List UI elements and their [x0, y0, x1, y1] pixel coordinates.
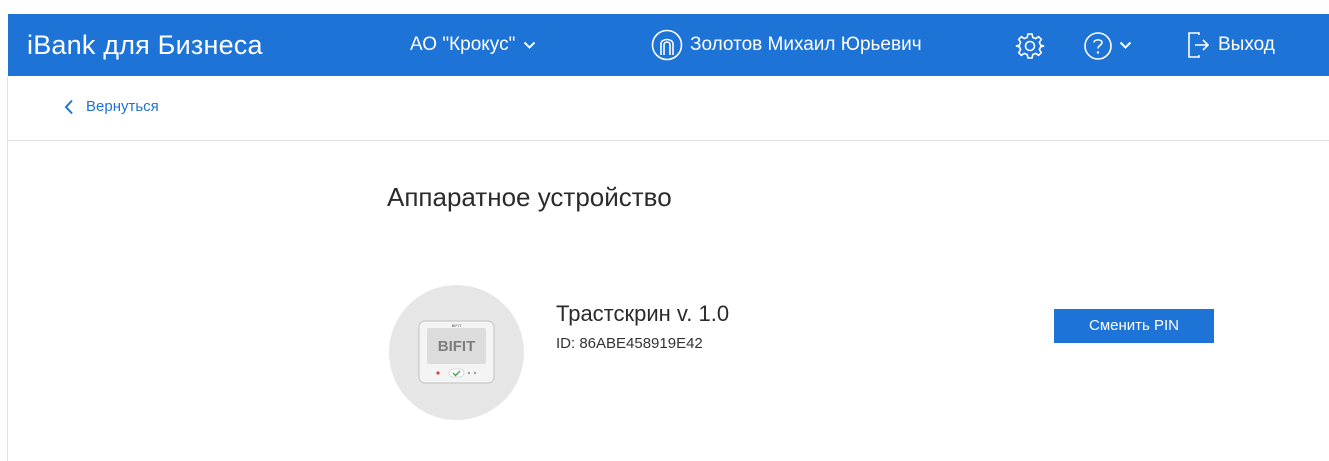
- logout-button[interactable]: Выход: [1186, 30, 1275, 60]
- organization-selector[interactable]: АО "Крокус": [410, 31, 536, 59]
- chevron-left-icon: [64, 99, 73, 115]
- user-name: Золотов Михаил Юрьевич: [690, 34, 922, 55]
- question-circle-icon: [1084, 32, 1112, 60]
- help-menu[interactable]: [1083, 31, 1132, 61]
- device-image-top-label: BIFIT: [452, 323, 462, 328]
- user-profile-menu[interactable]: Золотов Михаил Юрьевич: [651, 28, 922, 62]
- chevron-down-icon: [1119, 37, 1132, 55]
- user-profile-icon: [651, 29, 683, 61]
- back-link[interactable]: Вернуться: [64, 97, 159, 117]
- organization-name: АО "Крокус": [410, 34, 516, 55]
- top-navigation-bar: iBank для Бизнеса АО "Крокус" Золотов Ми…: [8, 14, 1329, 76]
- back-navigation-bar: Вернуться: [8, 77, 1329, 141]
- gear-icon: [1015, 33, 1045, 59]
- device-name: Трастскрин v. 1.0: [556, 301, 730, 326]
- logout-label: Выход: [1218, 34, 1275, 55]
- device-brand-label: BIFIT: [438, 338, 476, 355]
- change-pin-button[interactable]: Сменить PIN: [1054, 309, 1214, 343]
- device-id: ID: 86ABE458919E42: [556, 335, 703, 352]
- page-title: Аппаратное устройство: [387, 182, 672, 212]
- device-image: BIFIT BIFIT: [389, 285, 524, 420]
- settings-button[interactable]: [1015, 31, 1045, 66]
- brand-title[interactable]: iBank для Бизнеса: [27, 28, 263, 62]
- chevron-down-icon: [523, 31, 536, 59]
- logout-icon: [1188, 32, 1210, 58]
- back-link-label: Вернуться: [86, 98, 159, 115]
